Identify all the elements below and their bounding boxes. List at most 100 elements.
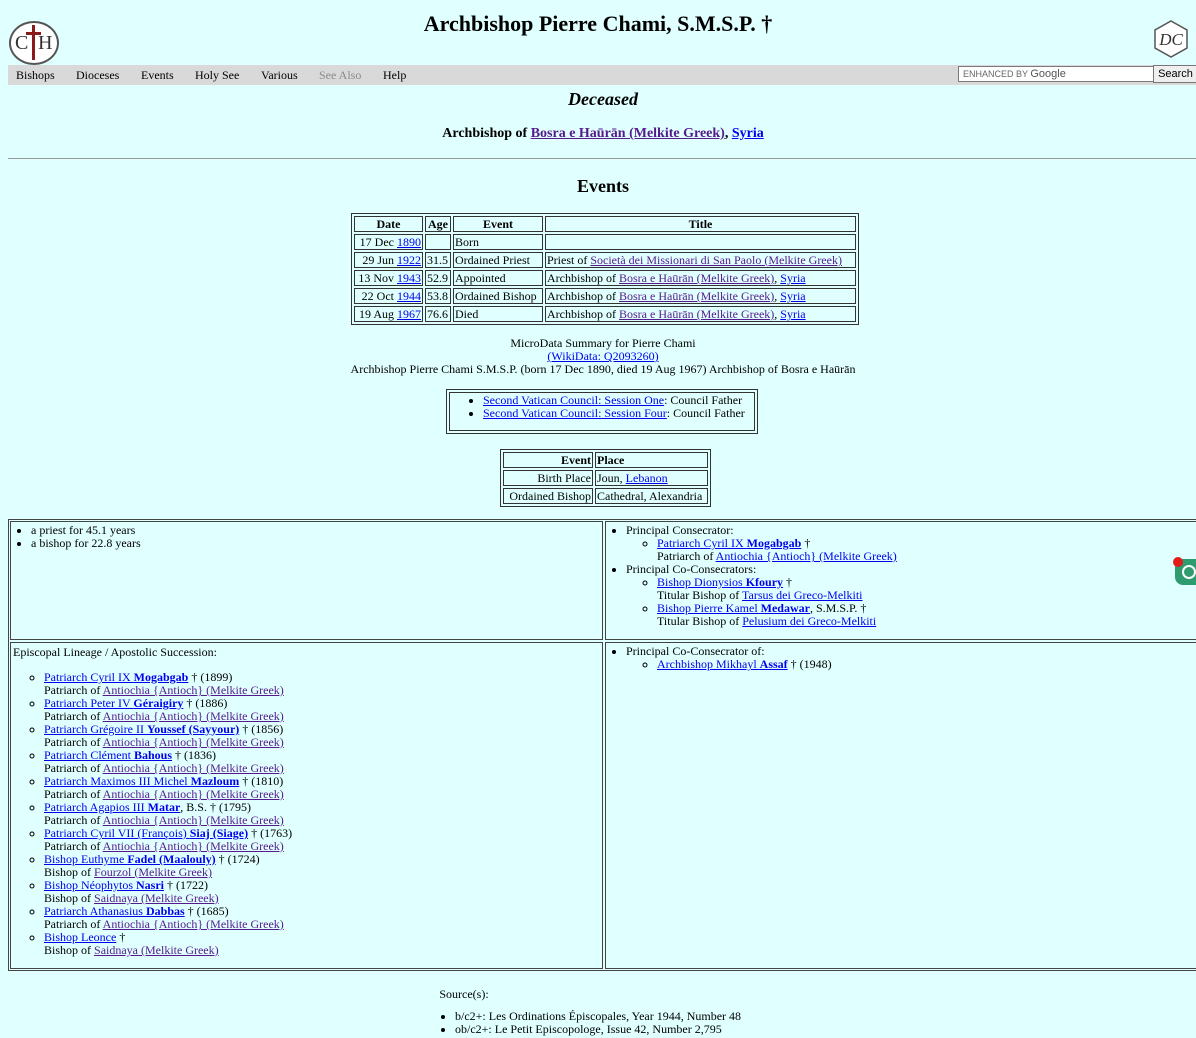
lineage-item: Bishop Euthyme Fadel (Maalouly) † (1724)…: [44, 853, 292, 879]
diocese-link[interactable]: Antiochia {Antioch} (Melkite Greek): [103, 735, 284, 749]
year-link[interactable]: 1922: [397, 253, 421, 267]
lineage-item: Patriarch Clément Bahous † (1836)Patriar…: [44, 749, 292, 775]
search-button[interactable]: Search: [1153, 65, 1196, 83]
title-link[interactable]: Bosra e Haūrān (Melkite Greek): [619, 271, 774, 285]
title-link[interactable]: Bosra e Haūrān (Melkite Greek): [619, 307, 774, 321]
lineage-list: Patriarch Cyril IX Mogabgab † (1899)Patr…: [11, 671, 292, 957]
diocese-link[interactable]: Antiochia {Antioch} (Melkite Greek): [103, 917, 284, 931]
country-link[interactable]: Syria: [732, 126, 764, 141]
diocese-link[interactable]: Antiochia {Antioch} (Melkite Greek): [716, 549, 897, 563]
svg-text:DC: DC: [1158, 30, 1183, 49]
event-title: Archbishop of Bosra e Haūrān (Melkite Gr…: [545, 288, 856, 304]
council-link[interactable]: Second Vatican Council: Session Four: [483, 406, 667, 420]
diocese-link[interactable]: Antiochia {Antioch} (Melkite Greek): [103, 839, 284, 853]
events-table: Date Age Event Title 17 Dec 1890 Born 29 J…: [351, 213, 859, 325]
hexagon-logo-icon: DC: [1154, 20, 1188, 58]
wikidata-link[interactable]: (WikiData: Q2093260): [547, 349, 658, 363]
lineage-bishop-link[interactable]: Patriarch Clément Bahous: [44, 748, 172, 762]
country-link[interactable]: Syria: [780, 307, 805, 321]
diocese-link[interactable]: Pelusium dei Greco-Melkiti: [742, 614, 876, 628]
diocese-link[interactable]: Antiochia {Antioch} (Melkite Greek): [103, 813, 284, 827]
co-consecrator-link[interactable]: Bishop Dionysios Kfoury: [657, 575, 783, 589]
sources-list: b/c2+: Les Ordinations Épiscopales, Year…: [455, 1010, 741, 1036]
year-link[interactable]: 1890: [397, 235, 421, 249]
co-consecrator-link[interactable]: Bishop Pierre Kamel Medawar: [657, 601, 810, 615]
lineage-bishop-link[interactable]: Patriarch Athanasius Dabbas: [44, 904, 185, 918]
table-row: Birth Place Joun, Lebanon: [503, 470, 708, 486]
menu-see-also[interactable]: See Also: [319, 68, 361, 83]
councils-box: Second Vatican Council: Session One: Cou…: [446, 389, 758, 434]
menu-holy-see[interactable]: Holy See: [195, 68, 239, 83]
list-item: Patriarch Cyril IX Mogabgab † Patriarch …: [657, 537, 1196, 563]
council-item: Second Vatican Council: Session Four: Co…: [483, 407, 757, 420]
list-item: Bishop Dionysios Kfoury † Titular Bishop…: [657, 576, 1196, 602]
lineage-bishop-link[interactable]: Patriarch Grégoire II Youssef (Sayyour): [44, 722, 239, 736]
lebanon-link[interactable]: Lebanon: [626, 471, 668, 485]
diocese-link[interactable]: Antiochia {Antioch} (Melkite Greek): [103, 709, 284, 723]
status-deceased: Deceased: [568, 89, 638, 109]
table-row: 29 Jun 1922 31.5 Ordained Priest Priest of …: [354, 252, 856, 268]
lineage-bishop-link[interactable]: Patriarch Agapios III Matar: [44, 800, 180, 814]
consecrator-link[interactable]: Patriarch Cyril IX Mogabgab: [657, 536, 801, 550]
menu-dioceses[interactable]: Dioceses: [76, 68, 119, 83]
diocese-link[interactable]: Antiochia {Antioch} (Melkite Greek): [103, 761, 284, 775]
event-type: Appointed: [453, 270, 543, 286]
lineage-bishop-link[interactable]: Patriarch Maximos III Michel Mazloum: [44, 774, 239, 788]
country-link[interactable]: Syria: [780, 271, 805, 285]
lineage-bishop-link[interactable]: Bishop Leonce: [44, 930, 116, 944]
table-row: 17 Dec 1890 Born: [354, 234, 856, 250]
council-link[interactable]: Second Vatican Council: Session One: [483, 393, 664, 407]
event-date: 17 Dec 1890: [354, 234, 423, 250]
list-item: ob/c2+: Le Petit Episcopologe, Issue 42,…: [455, 1023, 741, 1036]
diocese-link[interactable]: Tarsus dei Greco-Melkiti: [742, 588, 862, 602]
year-link[interactable]: 1967: [397, 307, 421, 321]
sources-heading: Source(s):: [439, 987, 489, 1001]
menu-help[interactable]: Help: [383, 68, 406, 83]
lineage-item: Patriarch Peter IV Géraigiry † (1886)Pat…: [44, 697, 292, 723]
event-age: [425, 234, 451, 250]
events-heading: Events: [576, 176, 629, 196]
lineage-bishop-link[interactable]: Patriarch Peter IV Géraigiry: [44, 696, 183, 710]
year-link[interactable]: 1943: [397, 271, 421, 285]
diocese-link[interactable]: Saidnaya (Melkite Greek): [94, 891, 219, 905]
list-item: Bishop Pierre Kamel Medawar, S.M.S.P. † …: [657, 602, 1196, 628]
lineage-bishop-link[interactable]: Bishop Euthyme Fadel (Maalouly): [44, 852, 216, 866]
diocese-link[interactable]: Antiochia {Antioch} (Melkite Greek): [103, 787, 284, 801]
event-type: Ordained Priest: [453, 252, 543, 268]
subtitle: Archbishop of Bosra e Haūrān (Melkite Gr…: [442, 126, 764, 141]
menu-bishops[interactable]: Bishops: [16, 68, 55, 83]
event-age: 52.9: [425, 270, 451, 286]
title-link[interactable]: Bosra e Haūrān (Melkite Greek): [619, 289, 774, 303]
page: C H Archbishop Pierre Chami, S.M.S.P. † …: [0, 0, 1196, 1038]
event-age: 76.6: [425, 306, 451, 322]
diocese-link[interactable]: Bosra e Haūrān (Melkite Greek): [531, 126, 725, 141]
lineage-bishop-link[interactable]: Patriarch Cyril VII (François) Siaj (Sia…: [44, 826, 248, 840]
country-link[interactable]: Syria: [780, 289, 805, 303]
lineage-bishop-link[interactable]: Bishop Néophytos Nasri: [44, 878, 164, 892]
lineage-item: Patriarch Cyril IX Mogabgab † (1899)Patr…: [44, 671, 292, 697]
consecrated-bishop-link[interactable]: Archbishop Mikhayl Assaf: [657, 657, 788, 671]
event-type: Ordained Bishop: [453, 288, 543, 304]
list-item: a bishop for 22.8 years: [31, 537, 602, 550]
event-type: Born: [453, 234, 543, 250]
extension-button[interactable]: [1173, 557, 1196, 585]
event-date: 13 Nov 1943: [354, 270, 423, 286]
diocese-link[interactable]: Fourzol (Melkite Greek): [94, 865, 212, 879]
event-title: Priest of Società dei Missionari di San …: [545, 252, 856, 268]
lineage-item: Patriarch Grégoire II Youssef (Sayyour) …: [44, 723, 292, 749]
event-title: [545, 234, 856, 250]
lineage-bishop-link[interactable]: Patriarch Cyril IX Mogabgab: [44, 670, 188, 684]
title-link[interactable]: Società dei Missionari di San Paolo (Mel…: [590, 253, 842, 267]
event-title: Archbishop of Bosra e Haūrān (Melkite Gr…: [545, 270, 856, 286]
search-input[interactable]: ENHANCED BY Google: [958, 66, 1156, 82]
diocese-link[interactable]: Saidnaya (Melkite Greek): [94, 943, 219, 957]
diocese-link[interactable]: Antiochia {Antioch} (Melkite Greek): [103, 683, 284, 697]
lineage-title: Episcopal Lineage / Apostolic Succession…: [13, 645, 217, 659]
microdata-summary: MicroData Summary for Pierre Chami (Wiki…: [350, 336, 856, 376]
menu-various[interactable]: Various: [261, 68, 298, 83]
event-date: 19 Aug 1967: [354, 306, 423, 322]
year-link[interactable]: 1944: [397, 289, 421, 303]
gcatholic-logo[interactable]: DC: [1152, 20, 1190, 58]
menu-events[interactable]: Events: [141, 68, 174, 83]
col-event: Event: [453, 216, 543, 232]
